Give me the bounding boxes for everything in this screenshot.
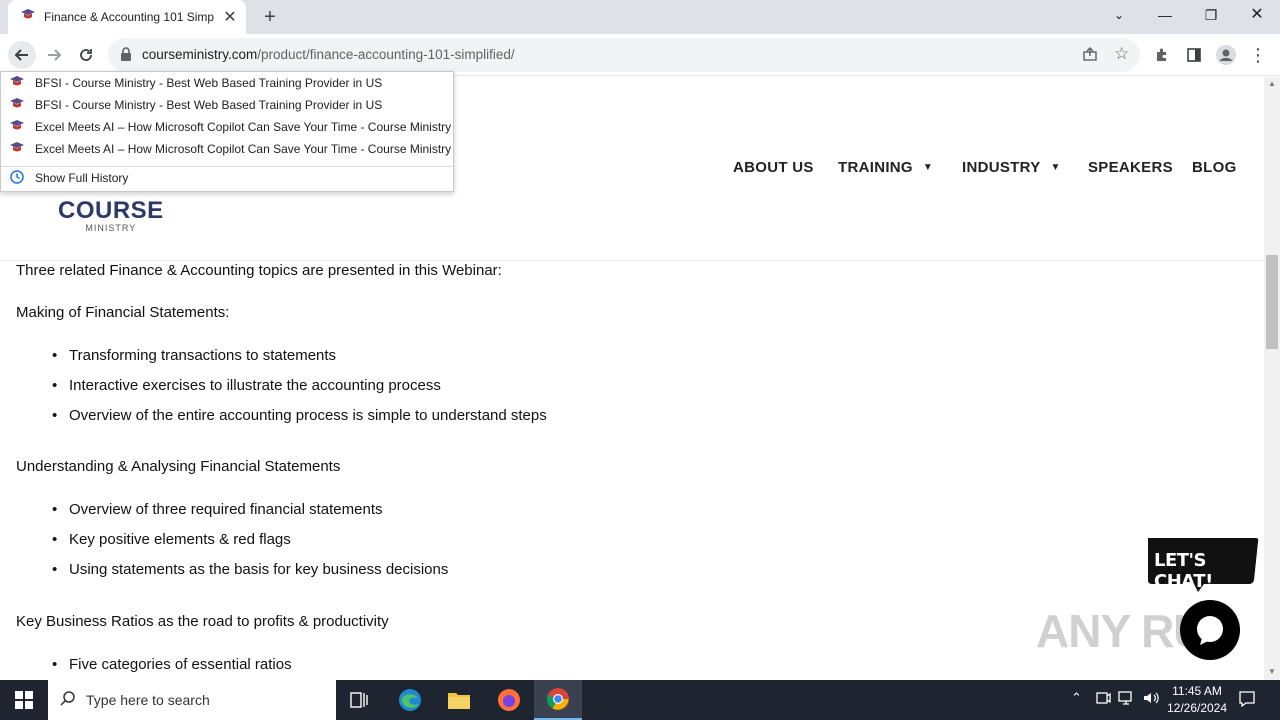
list-item: Five categories of essential ratios — [52, 656, 292, 673]
nav-blog[interactable]: BLOG — [1192, 159, 1237, 176]
list-item: Overview of the entire accounting proces… — [52, 407, 547, 424]
history-item-label: Excel Meets AI – How Microsoft Copilot C… — [35, 120, 452, 134]
search-placeholder: Type here to search — [86, 692, 210, 708]
tab-active[interactable]: Finance & Accounting 101 Simplified ✕ — [8, 0, 246, 34]
restore-icon[interactable]: ❐ — [1188, 0, 1234, 32]
list-item: Using statements as the basis for key bu… — [52, 561, 448, 578]
nav-industry-label: INDUSTRY — [962, 159, 1041, 176]
reload-icon[interactable] — [72, 41, 100, 69]
tab-search-icon[interactable]: ⌄ — [1096, 0, 1142, 32]
history-item-label: BFSI - Course Ministry - Best Web Based … — [35, 76, 383, 90]
history-item[interactable]: BFSI - Course Ministry - Best Web Based … — [9, 73, 382, 93]
browser-toolbar: courseministry.com/product/finance-accou… — [0, 34, 1280, 76]
clock-date: 12/26/2024 — [1166, 701, 1228, 715]
tray-overflow-icon[interactable]: ⌃ — [1071, 690, 1082, 706]
section3-heading: Key Business Ratios as the road to profi… — [16, 613, 389, 630]
nav-about-label: ABOUT US — [733, 159, 814, 176]
nav-training-label: TRAINING — [838, 159, 913, 176]
site-favicon-icon — [20, 8, 36, 27]
chat-icon — [1197, 616, 1223, 645]
file-explorer-icon[interactable] — [435, 680, 483, 720]
extensions-icon[interactable] — [1148, 41, 1176, 69]
scroll-down-icon[interactable]: ▼ — [1268, 667, 1276, 676]
chevron-down-icon: ▼ — [1050, 162, 1061, 173]
meet-now-icon[interactable] — [1095, 690, 1111, 709]
nav-training[interactable]: TRAINING ▼ — [838, 159, 933, 176]
minimize-icon[interactable]: — — [1142, 0, 1188, 32]
tab-title: Finance & Accounting 101 Simplified — [44, 10, 214, 24]
page-scrollbar[interactable]: ▲ ▼ — [1264, 77, 1280, 680]
windows-start-icon[interactable] — [0, 680, 48, 720]
network-icon[interactable] — [1118, 690, 1136, 709]
history-item-label: Excel Meets AI – How Microsoft Copilot C… — [35, 142, 452, 156]
section2-heading: Understanding & Analysing Financial Stat… — [16, 458, 341, 475]
tab-strip: Finance & Accounting 101 Simplified ✕ + … — [0, 0, 1280, 34]
taskbar-search-box[interactable]: Type here to search — [48, 680, 336, 720]
scroll-up-icon[interactable]: ▲ — [1268, 79, 1276, 88]
url-text[interactable]: courseministry.com/product/finance-accou… — [142, 47, 515, 62]
share-icon[interactable] — [1082, 46, 1098, 67]
nav-industry[interactable]: INDUSTRY ▼ — [962, 159, 1061, 176]
notifications-icon[interactable] — [1238, 690, 1256, 711]
chrome-icon[interactable] — [534, 680, 582, 720]
url-path: /product/finance-accounting-101-simplifi… — [257, 47, 515, 62]
lock-icon[interactable] — [120, 47, 132, 66]
logo-text: COURSE — [58, 197, 164, 224]
search-icon — [60, 690, 76, 711]
list-item: Overview of three required financial sta… — [52, 501, 383, 518]
bookmark-star-icon[interactable]: ☆ — [1114, 44, 1129, 64]
history-item[interactable]: BFSI - Course Ministry - Best Web Based … — [9, 95, 382, 115]
nav-about-us[interactable]: ABOUT US — [733, 159, 814, 176]
site-favicon-icon — [9, 119, 25, 136]
scrollbar-thumb[interactable] — [1266, 255, 1278, 349]
menu-kebab-icon[interactable]: ⋮ — [1244, 41, 1272, 69]
site-favicon-icon — [9, 75, 25, 92]
edge-icon[interactable] — [386, 680, 434, 720]
site-favicon-icon — [9, 141, 25, 158]
chat-bubble-label[interactable]: LET'S CHAT! — [1144, 536, 1260, 592]
side-panel-icon[interactable] — [1180, 41, 1208, 69]
show-full-history[interactable]: Show Full History — [9, 168, 128, 188]
back-icon[interactable] — [8, 41, 36, 69]
history-item[interactable]: Excel Meets AI – How Microsoft Copilot C… — [9, 139, 451, 159]
back-history-menu: BFSI - Course Ministry - Best Web Based … — [0, 71, 454, 192]
history-clock-icon — [9, 169, 25, 188]
volume-icon[interactable] — [1142, 690, 1160, 709]
forward-icon[interactable] — [40, 41, 68, 69]
divider — [1, 166, 453, 167]
site-favicon-icon — [9, 97, 25, 114]
site-logo[interactable]: COURSE MINISTRY — [58, 197, 164, 233]
chat-label-text: LET'S CHAT! — [1154, 550, 1213, 592]
history-item-label: BFSI - Course Ministry - Best Web Based … — [35, 98, 383, 112]
nav-speakers[interactable]: SPEAKERS — [1088, 159, 1173, 176]
profile-avatar-icon[interactable] — [1212, 41, 1240, 69]
chat-button[interactable] — [1180, 600, 1240, 660]
nav-speakers-label: SPEAKERS — [1088, 159, 1173, 176]
chevron-down-icon: ▼ — [922, 162, 934, 173]
clock-time: 11:45 AM — [1172, 684, 1222, 698]
list-item: Transforming transactions to statements — [52, 347, 336, 364]
task-view-icon[interactable] — [336, 680, 384, 720]
nav-blog-label: BLOG — [1192, 159, 1237, 176]
list-item: Key positive elements & red flags — [52, 531, 291, 548]
list-item: Interactive exercises to illustrate the … — [52, 377, 441, 394]
windows-taskbar: Type here to search ⌃ 11:45 AM 12/26/202… — [0, 680, 1280, 720]
intro-text: Three related Finance & Accounting topic… — [16, 262, 502, 279]
show-full-history-label: Show Full History — [35, 171, 129, 185]
history-item[interactable]: Excel Meets AI – How Microsoft Copilot C… — [9, 117, 451, 137]
tab-close-icon[interactable]: ✕ — [222, 7, 238, 27]
url-host: courseministry.com — [142, 47, 258, 62]
section1-heading: Making of Financial Statements: — [16, 304, 230, 321]
address-bar[interactable]: courseministry.com/product/finance-accou… — [108, 38, 1140, 72]
new-tab-icon[interactable]: + — [258, 6, 282, 28]
taskbar-clock[interactable]: 11:45 AM 12/26/2024 — [1160, 683, 1234, 717]
firefox-icon[interactable] — [485, 680, 533, 720]
close-window-icon[interactable]: ✕ — [1234, 0, 1280, 32]
